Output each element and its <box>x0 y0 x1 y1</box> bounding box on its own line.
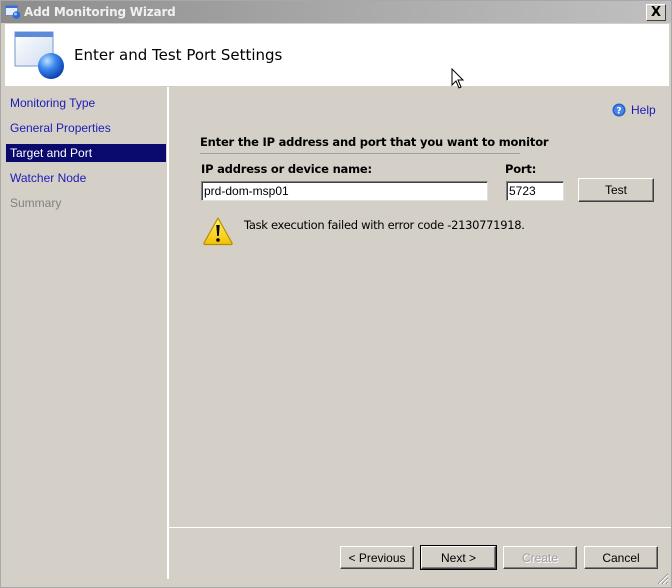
port-input[interactable]: 5723 <box>506 181 564 201</box>
sidebar-item-monitoring-type[interactable]: Monitoring Type <box>6 94 166 112</box>
previous-button[interactable]: < Previous <box>340 546 414 569</box>
test-button[interactable]: Test <box>578 178 654 202</box>
help-link[interactable]: ? Help <box>612 103 656 117</box>
resize-grip-icon[interactable] <box>657 573 669 585</box>
page-title: Enter and Test Port Settings <box>74 46 283 64</box>
port-label: Port: <box>505 162 537 176</box>
cancel-button[interactable]: Cancel <box>584 546 658 569</box>
next-button[interactable]: Next > <box>420 545 497 570</box>
ip-address-label: IP address or device name: <box>201 162 372 176</box>
warning-icon <box>203 217 233 246</box>
wizard-page-icon <box>14 31 64 79</box>
sidebar-item-target-and-port[interactable]: Target and Port <box>6 144 166 162</box>
title-bar[interactable]: Add Monitoring Wizard X <box>1 1 671 23</box>
wizard-app-icon <box>5 5 21 19</box>
wizard-content: ? Help Enter the IP address and port tha… <box>169 89 671 579</box>
svg-text:?: ? <box>616 107 621 117</box>
section-heading: Enter the IP address and port that you w… <box>200 135 549 149</box>
section-divider <box>200 153 520 154</box>
help-icon: ? <box>612 103 626 117</box>
window-title: Add Monitoring Wizard <box>24 5 176 19</box>
wizard-steps-sidebar: Monitoring Type General Properties Targe… <box>5 89 166 579</box>
ip-address-input[interactable]: prd-dom-msp01 <box>201 181 488 201</box>
wizard-window: Add Monitoring Wizard X Enter and Test P… <box>0 0 672 588</box>
wizard-header: Enter and Test Port Settings <box>5 24 669 89</box>
close-icon: X <box>650 5 662 20</box>
close-button[interactable]: X <box>646 4 666 21</box>
sidebar-item-summary: Summary <box>10 196 62 210</box>
help-label: Help <box>631 103 656 117</box>
footer-divider <box>169 527 671 529</box>
sidebar-item-watcher-node[interactable]: Watcher Node <box>6 169 166 187</box>
create-button: Create <box>503 546 577 569</box>
error-message: Task execution failed with error code -2… <box>244 218 525 232</box>
sidebar-item-general-properties[interactable]: General Properties <box>6 119 166 137</box>
mouse-cursor-icon <box>451 68 465 89</box>
